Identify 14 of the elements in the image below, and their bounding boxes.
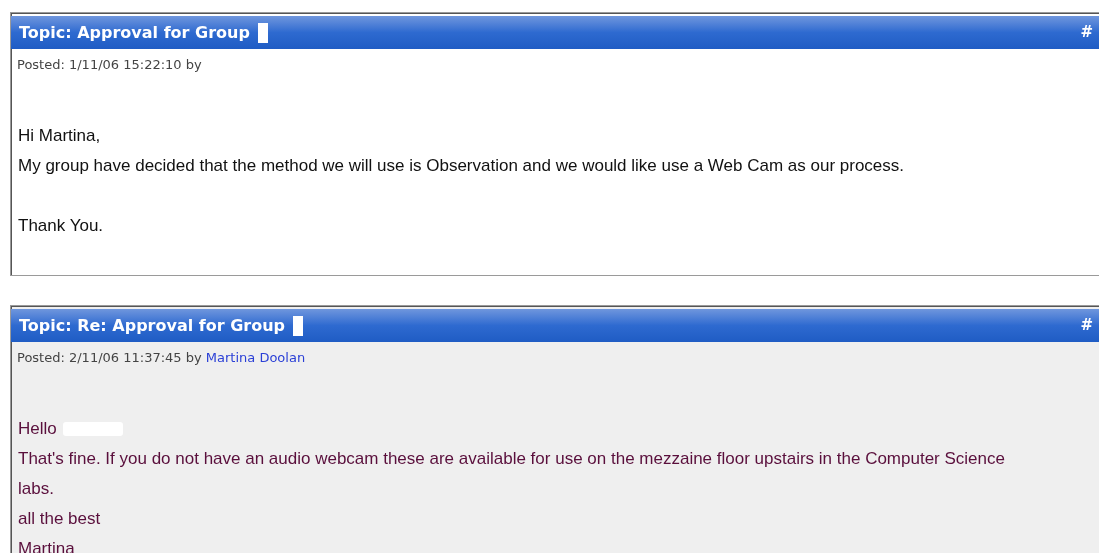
topic-title: Topic: Re: Approval for Group (19, 314, 286, 337)
author-link[interactable]: Martina Doolan (205, 350, 306, 365)
post-anchor[interactable]: # (1080, 314, 1093, 337)
posted-info: Posted: 1/11/06 15:22:10 by (17, 57, 202, 72)
message-line: My group have decided that the method we will use is Observation and we would like use a Web Cam as our process. (18, 155, 905, 177)
message-line: labs. (18, 478, 54, 500)
topic-title: Topic: Approval for Group (19, 21, 250, 44)
message-line: That's fine. If you do not have an audio webcam these are available for use on the mezzaine floor upstairs in the Computer Science (18, 448, 1005, 470)
post-anchor[interactable]: # (1080, 21, 1093, 44)
message-line: Thank You. (18, 215, 104, 237)
message-line: all the best (18, 508, 101, 530)
message-line: Hi Martina, (18, 125, 101, 147)
posted-info: Posted: 2/11/06 11:37:45 by (17, 350, 202, 365)
message-line: Hello (18, 418, 57, 440)
